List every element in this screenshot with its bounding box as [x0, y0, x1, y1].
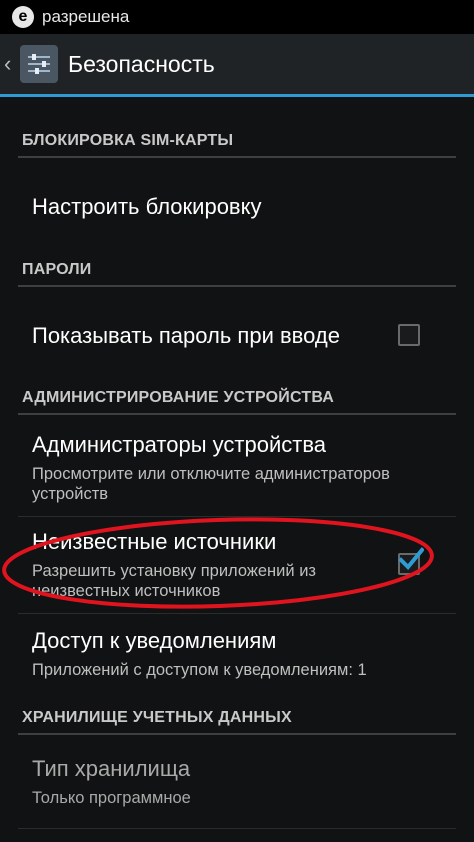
section-divider: [18, 733, 456, 735]
page-title: Безопасность: [68, 50, 215, 77]
setting-summary: Просмотрите или отключите администраторо…: [32, 465, 390, 503]
setting-storage-type: Тип хранилища Только программное: [0, 738, 474, 834]
section-divider: [18, 413, 456, 415]
status-text: разрешена: [42, 7, 130, 26]
back-caret-icon[interactable]: ‹: [4, 51, 16, 77]
setting-summary: Только программное: [32, 789, 191, 807]
setting-show-password[interactable]: Показывать пароль при вводе: [0, 288, 474, 380]
section-header-passwords: ПАРОЛИ: [22, 261, 92, 278]
section-divider: [18, 285, 456, 287]
section-header-storage: ХРАНИЛИЩЕ УЧЕТНЫХ ДАННЫХ: [22, 709, 292, 726]
setting-title: Администраторы устройства: [32, 432, 326, 457]
setting-title: Настроить блокировку: [32, 194, 262, 219]
setting-notification-access[interactable]: Доступ к уведомлениям Приложений с досту…: [0, 614, 474, 710]
section-divider: [18, 156, 456, 158]
setting-sim-lock[interactable]: Настроить блокировку: [0, 160, 474, 252]
row-divider: [18, 828, 456, 829]
setting-title: Доступ к уведомлениям: [32, 628, 277, 653]
settings-sliders-icon[interactable]: [20, 45, 58, 83]
status-bar: e разрешена: [0, 0, 474, 34]
show-password-checkbox[interactable]: [398, 324, 420, 346]
setting-device-admins[interactable]: Администраторы устройства Просмотрите ил…: [0, 416, 474, 514]
section-header-sim: БЛОКИРОВКА SIM-КАРТЫ: [22, 132, 234, 149]
notification-e-icon: e: [12, 6, 34, 28]
action-bar: ‹ Безопасность: [0, 34, 474, 94]
setting-title: Тип хранилища: [32, 756, 191, 781]
section-header-admin: АДМИНИСТРИРОВАНИЕ УСТРОЙСТВА: [22, 389, 335, 406]
red-highlight-ellipse: [2, 517, 434, 609]
setting-title: Показывать пароль при вводе: [32, 323, 340, 348]
setting-summary: Приложений с доступом к уведомлениям: 1: [32, 661, 367, 679]
